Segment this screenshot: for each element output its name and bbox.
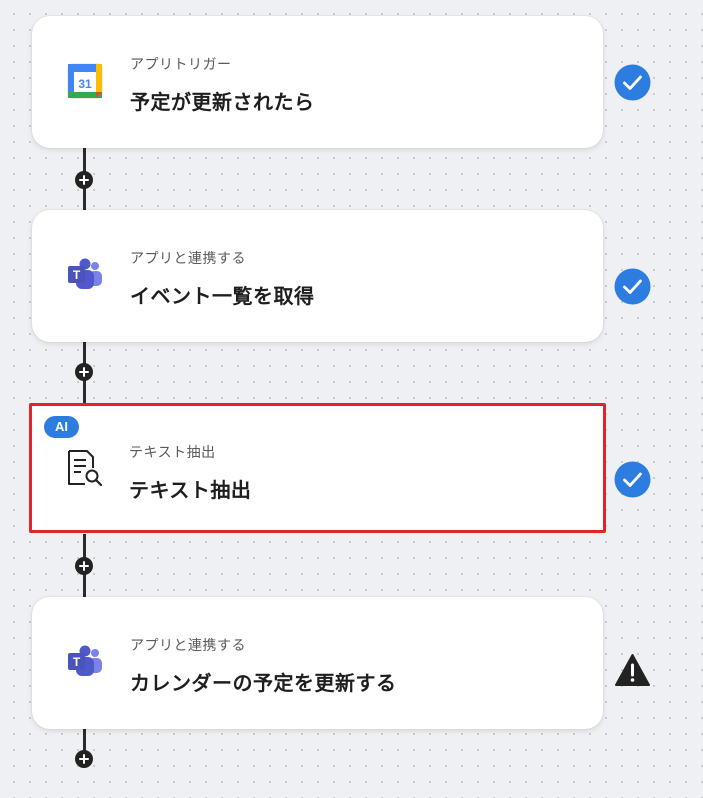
microsoft-teams-icon: T xyxy=(66,643,104,681)
step-subtitle: アプリと連携する xyxy=(130,638,246,654)
step-card-text-extraction[interactable]: AI テキスト抽出 テキスト抽出 xyxy=(29,403,606,533)
svg-text:31: 31 xyxy=(78,77,92,91)
step-subtitle: アプリトリガー xyxy=(130,57,232,73)
ai-badge: AI xyxy=(44,416,79,438)
plus-icon xyxy=(79,367,89,377)
plus-icon xyxy=(79,561,89,571)
add-step-button[interactable] xyxy=(75,171,93,189)
add-step-button[interactable] xyxy=(75,750,93,768)
check-circle-icon xyxy=(614,64,651,101)
warning-icon xyxy=(615,654,650,686)
step-title: テキスト抽出 xyxy=(129,478,252,502)
document-search-icon xyxy=(64,448,103,487)
step-subtitle: テキスト抽出 xyxy=(129,445,216,461)
check-circle-icon xyxy=(614,461,651,498)
plus-icon xyxy=(79,754,89,764)
svg-text:T: T xyxy=(73,655,81,669)
add-step-button[interactable] xyxy=(75,363,93,381)
step-card-update-calendar[interactable]: T アプリと連携する カレンダーの予定を更新する xyxy=(32,597,603,729)
step-card-get-events[interactable]: T アプリと連携する イベント一覧を取得 xyxy=(32,210,603,342)
check-circle-icon xyxy=(614,268,651,305)
google-calendar-icon: 31 xyxy=(66,62,104,100)
svg-text:T: T xyxy=(73,268,81,282)
step-title: 予定が更新されたら xyxy=(130,90,315,114)
step-title: イベント一覧を取得 xyxy=(130,284,315,308)
step-subtitle: アプリと連携する xyxy=(130,251,246,267)
plus-icon xyxy=(79,175,89,185)
step-title: カレンダーの予定を更新する xyxy=(130,671,397,695)
microsoft-teams-icon: T xyxy=(66,256,104,294)
step-card-trigger[interactable]: 31 アプリトリガー 予定が更新されたら xyxy=(32,16,603,148)
add-step-button[interactable] xyxy=(75,557,93,575)
